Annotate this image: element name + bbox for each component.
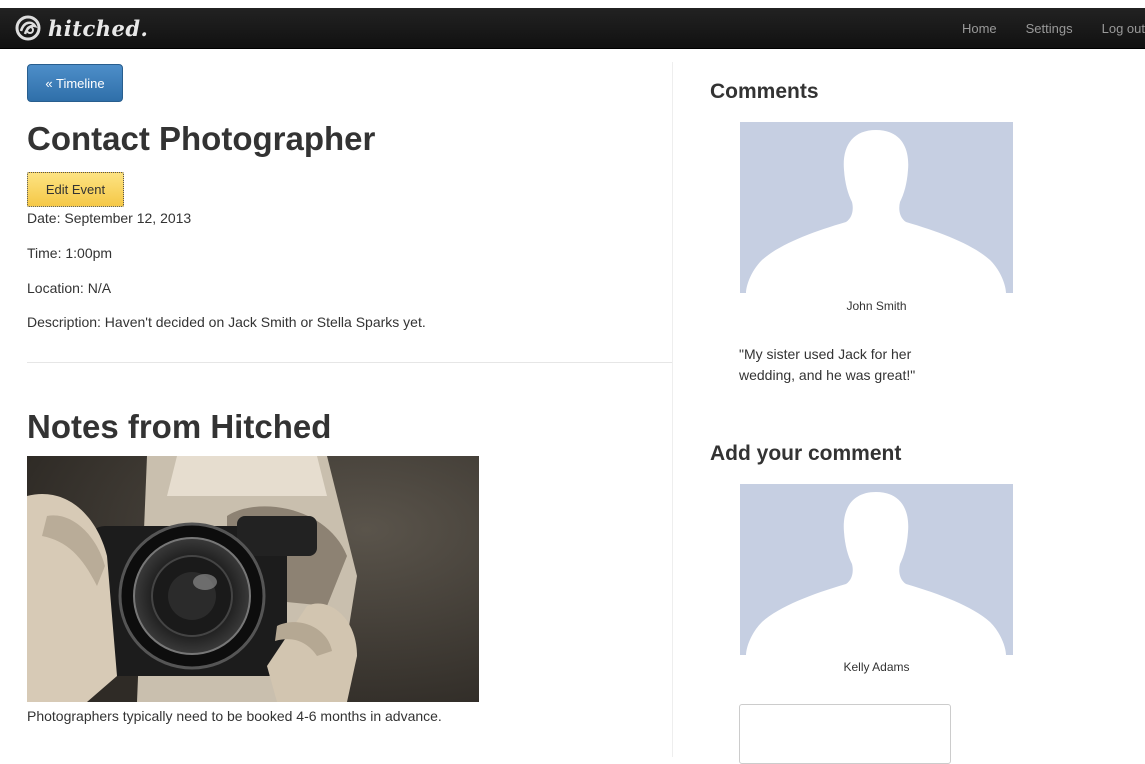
- event-location: Location: N/A: [27, 280, 112, 296]
- current-user-name: Kelly Adams: [843, 660, 910, 674]
- event-time: Time: 1:00pm: [27, 245, 113, 261]
- comments-panel: Comments John Smith "My sister used Jack…: [710, 48, 1140, 764]
- comment-input[interactable]: [739, 704, 951, 764]
- event-panel: « Timeline Contact Photographer Edit Eve…: [27, 48, 672, 757]
- nav-links: Home Settings Log out: [962, 8, 1145, 48]
- column-divider: [672, 62, 673, 757]
- current-user-avatar: [740, 484, 1013, 655]
- brand[interactable]: hitched.: [14, 14, 148, 42]
- event-date: Date: September 12, 2013: [27, 210, 192, 226]
- event-description: Description: Haven't decided on Jack Smi…: [27, 314, 426, 330]
- nav-logout-link[interactable]: Log out: [1102, 21, 1145, 36]
- navbar: hitched. Home Settings Log out: [0, 8, 1145, 49]
- nav-home-link[interactable]: Home: [962, 21, 997, 36]
- event-title: Contact Photographer: [27, 120, 376, 157]
- comment-text: "My sister used Jack for her wedding, an…: [739, 346, 916, 383]
- top-strip: [0, 0, 1145, 8]
- notes-title: Notes from Hitched: [27, 408, 332, 445]
- photographer-image: [27, 456, 479, 702]
- comments-title: Comments: [710, 80, 819, 103]
- add-comment-title: Add your comment: [710, 442, 902, 465]
- commenter-name: John Smith: [846, 299, 907, 313]
- brand-name: hitched.: [48, 15, 149, 41]
- edit-event-button[interactable]: Edit Event: [27, 172, 124, 207]
- photo-caption: Photographers typically need to be booke…: [27, 708, 442, 724]
- rings-logo-icon: [15, 15, 41, 41]
- back-to-timeline-button[interactable]: « Timeline: [27, 64, 123, 102]
- commenter-avatar: [740, 122, 1013, 293]
- nav-settings-link[interactable]: Settings: [1026, 21, 1073, 36]
- section-divider: [27, 362, 672, 363]
